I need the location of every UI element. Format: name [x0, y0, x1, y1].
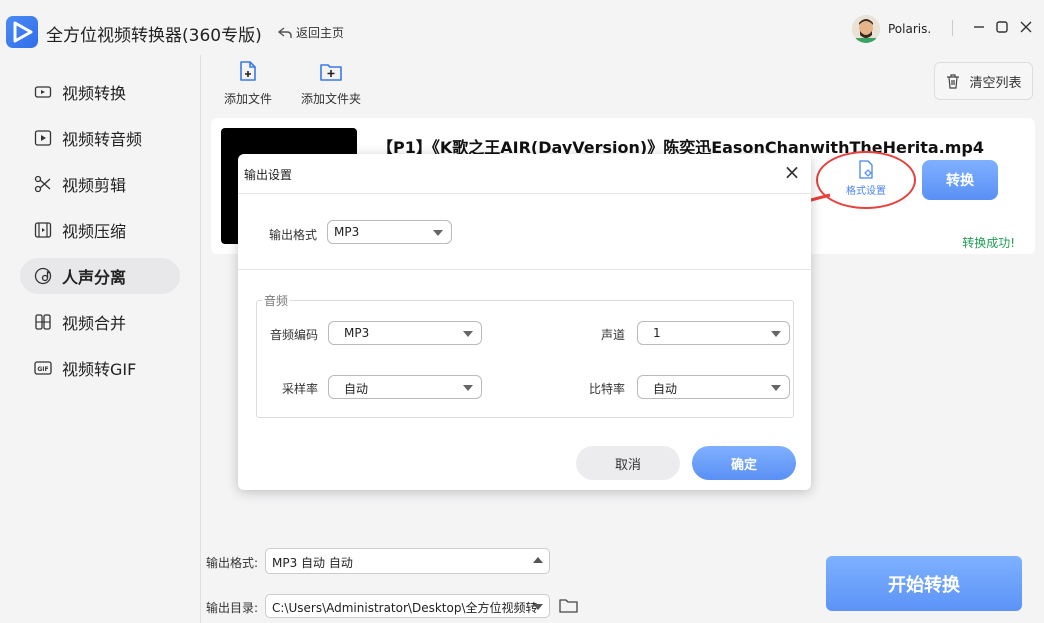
chevron-down-icon [771, 385, 781, 391]
clear-list-button[interactable]: 清空列表 [934, 62, 1033, 100]
sidebar-divider [200, 55, 201, 623]
dialog-separator [238, 269, 811, 270]
sample-rate-label: 采样率 [282, 382, 319, 396]
bottom-output-format-value: MP3 自动 自动 [272, 556, 353, 570]
output-format-select[interactable]: MP3 [327, 220, 452, 244]
app-logo-icon [6, 16, 38, 48]
title-bar: 全方位视频转换器(360专版) 返回主页 Polaris. [0, 0, 1044, 60]
audio-codec-label: 音频编码 [270, 328, 319, 342]
output-format-value: MP3 [334, 225, 360, 239]
merge-icon [34, 313, 52, 331]
convert-status: 转换成功! [962, 236, 1015, 250]
sidebar-item-label: 人声分离 [62, 268, 127, 287]
add-folder-button[interactable]: 添加文件夹 [296, 60, 366, 106]
output-dir-select[interactable]: C:\Users\Administrator\Desktop\全方位视频转 [265, 594, 550, 618]
output-dir-label: 输出目录: [206, 601, 259, 615]
bitrate-value: 自动 [653, 382, 678, 396]
title-divider [952, 20, 953, 36]
chevron-down-icon [533, 604, 543, 610]
folder-icon[interactable] [559, 598, 578, 613]
sidebar-item-label: 视频转换 [62, 84, 127, 103]
clear-list-label: 清空列表 [969, 75, 1022, 91]
video-to-audio-icon [34, 129, 52, 147]
output-settings-dialog: 输出设置 × 输出格式 MP3 音频 音频编码 MP3 声道 1 采样率 自动 … [238, 154, 811, 490]
sidebar-item-label: 视频压缩 [62, 222, 127, 241]
cancel-button[interactable]: 取消 [576, 446, 680, 480]
username[interactable]: Polaris. [888, 22, 931, 36]
audio-codec-select[interactable]: MP3 [328, 321, 482, 345]
back-home-link[interactable]: 返回主页 [278, 24, 344, 41]
svg-text:GIF: GIF [37, 366, 48, 373]
avatar[interactable] [852, 15, 880, 43]
video-convert-icon [34, 83, 52, 101]
trash-icon [947, 74, 960, 89]
bitrate-select[interactable]: 自动 [637, 375, 790, 399]
minimize-icon[interactable] [970, 18, 988, 36]
close-icon[interactable] [1017, 18, 1035, 36]
sample-rate-select[interactable]: 自动 [328, 375, 482, 399]
channel-value: 1 [653, 326, 661, 340]
sidebar-item-label: 视频合并 [62, 314, 127, 333]
sidebar-item-label: 视频转音频 [62, 130, 143, 149]
sidebar-item-vocal-separate[interactable]: 人声分离 [20, 258, 180, 294]
start-convert-button[interactable]: 开始转换 [826, 556, 1022, 611]
chevron-down-icon [771, 331, 781, 337]
bitrate-label: 比特率 [589, 382, 626, 396]
vocal-separate-icon [34, 267, 52, 285]
output-dir-value: C:\Users\Administrator\Desktop\全方位视频转 [272, 601, 538, 615]
sidebar-item-video-convert[interactable]: 视频转换 [20, 74, 180, 110]
maximize-icon[interactable] [993, 18, 1011, 36]
highlight-circle [816, 151, 916, 209]
gif-icon: GIF [34, 359, 52, 377]
app-title: 全方位视频转换器(360专版) [46, 26, 262, 46]
channel-label: 声道 [601, 328, 626, 342]
add-file-icon [240, 61, 256, 81]
sidebar-item-video-edit[interactable]: 视频剪辑 [20, 166, 180, 202]
dialog-title: 输出设置 [244, 168, 293, 182]
scissors-icon [34, 175, 52, 193]
bottom-output-format-label: 输出格式: [206, 556, 259, 570]
sidebar-item-label: 视频剪辑 [62, 176, 127, 195]
sidebar-item-video-merge[interactable]: 视频合并 [20, 304, 180, 340]
audio-codec-value: MP3 [344, 326, 370, 340]
sidebar-item-label: 视频转GIF [62, 360, 137, 379]
back-home-label: 返回主页 [296, 26, 345, 40]
add-folder-icon [320, 64, 342, 81]
sidebar-item-video-to-gif[interactable]: GIF 视频转GIF [20, 350, 180, 386]
output-format-label: 输出格式 [269, 228, 318, 242]
chevron-up-icon [533, 557, 543, 563]
add-file-button[interactable]: 添加文件 [213, 60, 283, 106]
chevron-down-icon [433, 230, 443, 236]
convert-button[interactable]: 转换 [922, 160, 998, 200]
chevron-down-icon [463, 331, 473, 337]
sidebar: 视频转换 视频转音频 视频剪辑 视频压缩 人声分离 视频合并 GIF 视频转GI… [0, 60, 200, 623]
channel-select[interactable]: 1 [637, 321, 790, 345]
sidebar-item-video-compress[interactable]: 视频压缩 [20, 212, 180, 248]
add-file-label: 添加文件 [223, 92, 272, 106]
sidebar-item-video-to-audio[interactable]: 视频转音频 [20, 120, 180, 156]
add-folder-label: 添加文件夹 [300, 92, 361, 106]
sample-rate-value: 自动 [344, 382, 369, 396]
audio-group-title: 音频 [262, 292, 291, 309]
chevron-down-icon [463, 385, 473, 391]
dialog-header: 输出设置 × [238, 154, 811, 194]
compress-icon [34, 221, 52, 239]
ok-button[interactable]: 确定 [692, 446, 796, 480]
audio-group [256, 300, 794, 418]
dialog-close-icon[interactable]: × [781, 162, 803, 184]
bottom-output-format-select[interactable]: MP3 自动 自动 [265, 548, 550, 574]
back-arrow-icon [278, 26, 292, 38]
